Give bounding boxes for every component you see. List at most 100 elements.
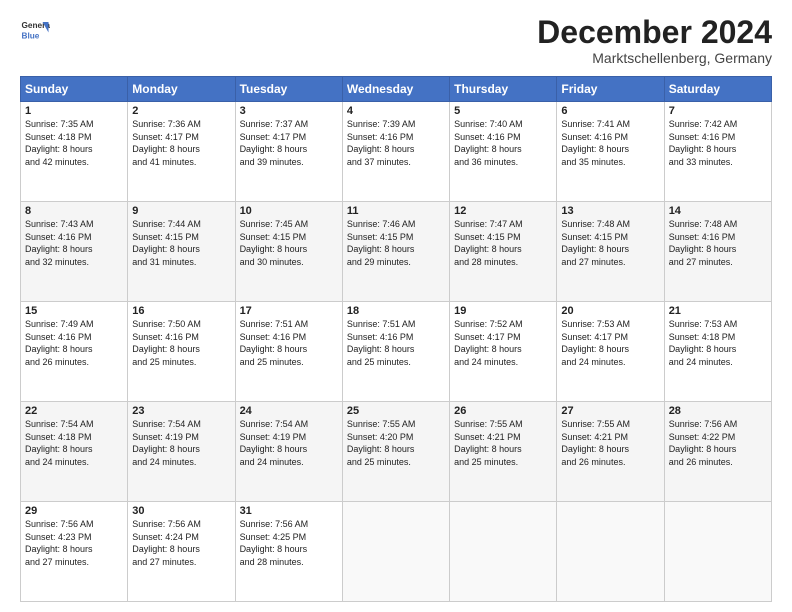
day-number: 25 xyxy=(347,405,445,417)
calendar-cell xyxy=(342,502,449,602)
day-number: 20 xyxy=(561,305,659,317)
day-info: Sunrise: 7:55 AMSunset: 4:21 PMDaylight:… xyxy=(454,418,552,468)
day-info: Sunrise: 7:53 AMSunset: 4:17 PMDaylight:… xyxy=(561,318,659,368)
calendar-cell: 26Sunrise: 7:55 AMSunset: 4:21 PMDayligh… xyxy=(450,402,557,502)
day-number: 9 xyxy=(132,205,230,217)
month-title: December 2024 xyxy=(537,16,772,48)
day-info: Sunrise: 7:51 AMSunset: 4:16 PMDaylight:… xyxy=(347,318,445,368)
day-info: Sunrise: 7:52 AMSunset: 4:17 PMDaylight:… xyxy=(454,318,552,368)
day-info: Sunrise: 7:35 AMSunset: 4:18 PMDaylight:… xyxy=(25,118,123,168)
day-number: 14 xyxy=(669,205,767,217)
weekday-header-sunday: Sunday xyxy=(21,77,128,102)
day-info: Sunrise: 7:45 AMSunset: 4:15 PMDaylight:… xyxy=(240,218,338,268)
calendar-cell: 29Sunrise: 7:56 AMSunset: 4:23 PMDayligh… xyxy=(21,502,128,602)
day-number: 18 xyxy=(347,305,445,317)
day-number: 15 xyxy=(25,305,123,317)
day-info: Sunrise: 7:43 AMSunset: 4:16 PMDaylight:… xyxy=(25,218,123,268)
weekday-header-thursday: Thursday xyxy=(450,77,557,102)
day-info: Sunrise: 7:42 AMSunset: 4:16 PMDaylight:… xyxy=(669,118,767,168)
calendar-cell: 16Sunrise: 7:50 AMSunset: 4:16 PMDayligh… xyxy=(128,302,235,402)
day-info: Sunrise: 7:54 AMSunset: 4:19 PMDaylight:… xyxy=(132,418,230,468)
day-number: 26 xyxy=(454,405,552,417)
calendar-cell: 11Sunrise: 7:46 AMSunset: 4:15 PMDayligh… xyxy=(342,202,449,302)
calendar-cell xyxy=(664,502,771,602)
day-number: 1 xyxy=(25,105,123,117)
calendar-cell: 14Sunrise: 7:48 AMSunset: 4:16 PMDayligh… xyxy=(664,202,771,302)
day-number: 31 xyxy=(240,505,338,517)
day-number: 12 xyxy=(454,205,552,217)
calendar-cell: 4Sunrise: 7:39 AMSunset: 4:16 PMDaylight… xyxy=(342,102,449,202)
day-info: Sunrise: 7:37 AMSunset: 4:17 PMDaylight:… xyxy=(240,118,338,168)
day-info: Sunrise: 7:46 AMSunset: 4:15 PMDaylight:… xyxy=(347,218,445,268)
day-info: Sunrise: 7:41 AMSunset: 4:16 PMDaylight:… xyxy=(561,118,659,168)
day-info: Sunrise: 7:50 AMSunset: 4:16 PMDaylight:… xyxy=(132,318,230,368)
calendar-cell: 8Sunrise: 7:43 AMSunset: 4:16 PMDaylight… xyxy=(21,202,128,302)
day-number: 13 xyxy=(561,205,659,217)
day-number: 5 xyxy=(454,105,552,117)
calendar-cell: 23Sunrise: 7:54 AMSunset: 4:19 PMDayligh… xyxy=(128,402,235,502)
svg-text:Blue: Blue xyxy=(22,32,40,41)
calendar-table: SundayMondayTuesdayWednesdayThursdayFrid… xyxy=(20,76,772,602)
day-info: Sunrise: 7:53 AMSunset: 4:18 PMDaylight:… xyxy=(669,318,767,368)
calendar-cell: 18Sunrise: 7:51 AMSunset: 4:16 PMDayligh… xyxy=(342,302,449,402)
weekday-header-tuesday: Tuesday xyxy=(235,77,342,102)
weekday-header-monday: Monday xyxy=(128,77,235,102)
calendar-cell: 2Sunrise: 7:36 AMSunset: 4:17 PMDaylight… xyxy=(128,102,235,202)
day-info: Sunrise: 7:47 AMSunset: 4:15 PMDaylight:… xyxy=(454,218,552,268)
day-number: 21 xyxy=(669,305,767,317)
location: Marktschellenberg, Germany xyxy=(537,50,772,66)
day-number: 2 xyxy=(132,105,230,117)
day-number: 7 xyxy=(669,105,767,117)
calendar-cell: 15Sunrise: 7:49 AMSunset: 4:16 PMDayligh… xyxy=(21,302,128,402)
header: General Blue December 2024 Marktschellen… xyxy=(20,16,772,66)
day-info: Sunrise: 7:44 AMSunset: 4:15 PMDaylight:… xyxy=(132,218,230,268)
logo: General Blue xyxy=(20,16,50,46)
day-info: Sunrise: 7:56 AMSunset: 4:23 PMDaylight:… xyxy=(25,518,123,568)
calendar-cell: 1Sunrise: 7:35 AMSunset: 4:18 PMDaylight… xyxy=(21,102,128,202)
day-number: 29 xyxy=(25,505,123,517)
calendar-cell: 7Sunrise: 7:42 AMSunset: 4:16 PMDaylight… xyxy=(664,102,771,202)
day-number: 6 xyxy=(561,105,659,117)
day-number: 23 xyxy=(132,405,230,417)
calendar-cell: 30Sunrise: 7:56 AMSunset: 4:24 PMDayligh… xyxy=(128,502,235,602)
day-info: Sunrise: 7:49 AMSunset: 4:16 PMDaylight:… xyxy=(25,318,123,368)
weekday-header-saturday: Saturday xyxy=(664,77,771,102)
day-number: 30 xyxy=(132,505,230,517)
calendar-cell: 21Sunrise: 7:53 AMSunset: 4:18 PMDayligh… xyxy=(664,302,771,402)
day-number: 4 xyxy=(347,105,445,117)
calendar-cell: 20Sunrise: 7:53 AMSunset: 4:17 PMDayligh… xyxy=(557,302,664,402)
day-info: Sunrise: 7:51 AMSunset: 4:16 PMDaylight:… xyxy=(240,318,338,368)
weekday-header-wednesday: Wednesday xyxy=(342,77,449,102)
calendar-cell: 5Sunrise: 7:40 AMSunset: 4:16 PMDaylight… xyxy=(450,102,557,202)
title-area: December 2024 Marktschellenberg, Germany xyxy=(537,16,772,66)
day-number: 3 xyxy=(240,105,338,117)
calendar-cell: 31Sunrise: 7:56 AMSunset: 4:25 PMDayligh… xyxy=(235,502,342,602)
day-info: Sunrise: 7:36 AMSunset: 4:17 PMDaylight:… xyxy=(132,118,230,168)
day-info: Sunrise: 7:56 AMSunset: 4:25 PMDaylight:… xyxy=(240,518,338,568)
day-number: 28 xyxy=(669,405,767,417)
day-number: 22 xyxy=(25,405,123,417)
calendar-cell: 28Sunrise: 7:56 AMSunset: 4:22 PMDayligh… xyxy=(664,402,771,502)
day-number: 24 xyxy=(240,405,338,417)
day-info: Sunrise: 7:39 AMSunset: 4:16 PMDaylight:… xyxy=(347,118,445,168)
day-info: Sunrise: 7:40 AMSunset: 4:16 PMDaylight:… xyxy=(454,118,552,168)
calendar-cell xyxy=(450,502,557,602)
calendar-cell: 9Sunrise: 7:44 AMSunset: 4:15 PMDaylight… xyxy=(128,202,235,302)
calendar-cell: 12Sunrise: 7:47 AMSunset: 4:15 PMDayligh… xyxy=(450,202,557,302)
day-info: Sunrise: 7:54 AMSunset: 4:19 PMDaylight:… xyxy=(240,418,338,468)
day-info: Sunrise: 7:48 AMSunset: 4:15 PMDaylight:… xyxy=(561,218,659,268)
day-number: 11 xyxy=(347,205,445,217)
day-info: Sunrise: 7:56 AMSunset: 4:22 PMDaylight:… xyxy=(669,418,767,468)
day-number: 17 xyxy=(240,305,338,317)
calendar-cell: 10Sunrise: 7:45 AMSunset: 4:15 PMDayligh… xyxy=(235,202,342,302)
weekday-header-friday: Friday xyxy=(557,77,664,102)
calendar-cell: 6Sunrise: 7:41 AMSunset: 4:16 PMDaylight… xyxy=(557,102,664,202)
day-info: Sunrise: 7:55 AMSunset: 4:20 PMDaylight:… xyxy=(347,418,445,468)
calendar-cell xyxy=(557,502,664,602)
day-number: 8 xyxy=(25,205,123,217)
logo-icon: General Blue xyxy=(20,16,50,46)
day-number: 27 xyxy=(561,405,659,417)
calendar-cell: 3Sunrise: 7:37 AMSunset: 4:17 PMDaylight… xyxy=(235,102,342,202)
calendar-cell: 25Sunrise: 7:55 AMSunset: 4:20 PMDayligh… xyxy=(342,402,449,502)
day-info: Sunrise: 7:48 AMSunset: 4:16 PMDaylight:… xyxy=(669,218,767,268)
